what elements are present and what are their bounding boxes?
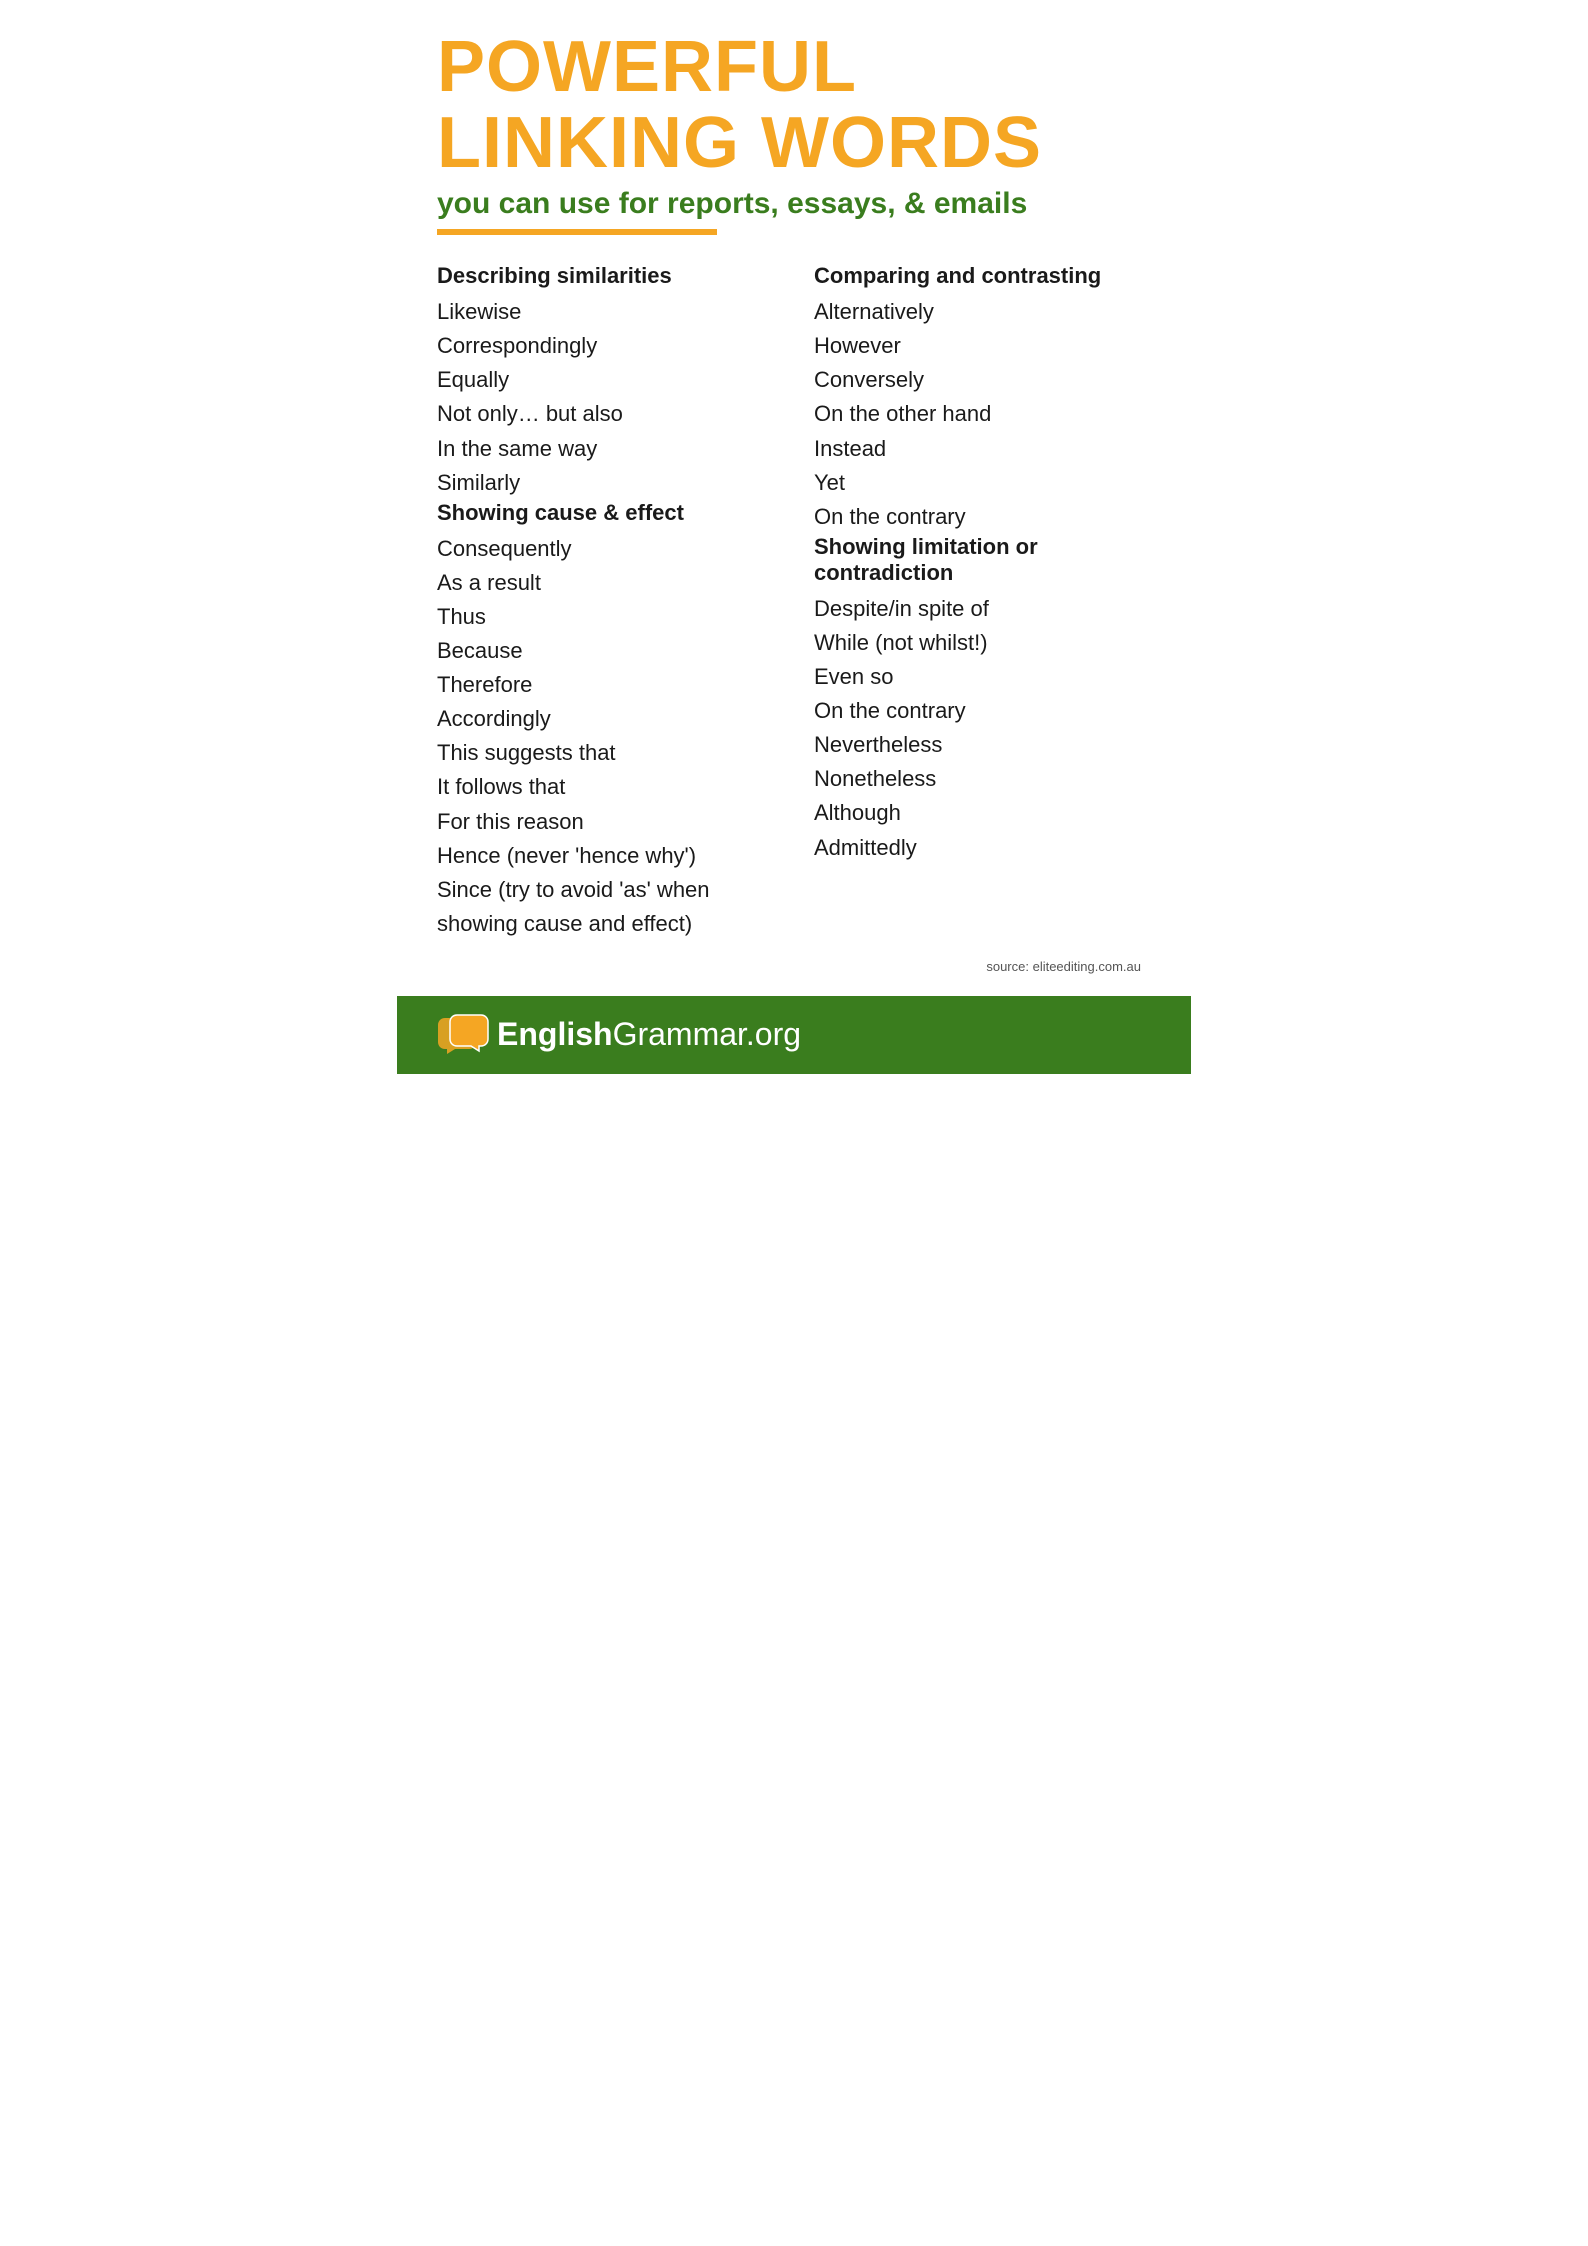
list-item: Despite/in spite of bbox=[814, 592, 1151, 626]
footer-logo: EnglishGrammar.org bbox=[437, 1014, 801, 1056]
section-heading-limitation: Showing limitation or contradiction bbox=[814, 534, 1151, 586]
list-item: Since (try to avoid 'as' when showing ca… bbox=[437, 873, 774, 941]
list-item: On the contrary bbox=[814, 694, 1151, 728]
list-item: However bbox=[814, 329, 1151, 363]
list-item: Nonetheless bbox=[814, 762, 1151, 796]
brand-english: English bbox=[497, 1016, 613, 1052]
logo-icon bbox=[437, 1014, 489, 1056]
list-item: Although bbox=[814, 796, 1151, 830]
orange-divider bbox=[437, 229, 717, 235]
section-describing-similarities: Describing similarities Likewise Corresp… bbox=[437, 263, 774, 500]
section-heading-comparing: Comparing and contrasting bbox=[814, 263, 1151, 289]
list-item: Alternatively bbox=[814, 295, 1151, 329]
section-comparing-contrasting: Comparing and contrasting Alternatively … bbox=[814, 263, 1151, 534]
list-item: Admittedly bbox=[814, 831, 1151, 865]
content-columns: Describing similarities Likewise Corresp… bbox=[437, 263, 1151, 941]
list-item: Thus bbox=[437, 600, 774, 634]
list-item: Nevertheless bbox=[814, 728, 1151, 762]
section-limitation-contradiction: Showing limitation or contradiction Desp… bbox=[814, 534, 1151, 865]
subtitle: you can use for reports, essays, & email… bbox=[437, 187, 1151, 221]
list-item: In the same way bbox=[437, 432, 774, 466]
list-item: Instead bbox=[814, 432, 1151, 466]
list-item: Accordingly bbox=[437, 702, 774, 736]
section-heading-cause-effect: Showing cause & effect bbox=[437, 500, 774, 526]
list-item: Therefore bbox=[437, 668, 774, 702]
source-attribution: source: eliteediting.com.au bbox=[437, 959, 1151, 974]
list-item: On the other hand bbox=[814, 397, 1151, 431]
list-item: For this reason bbox=[437, 805, 774, 839]
right-column: Comparing and contrasting Alternatively … bbox=[814, 263, 1151, 941]
footer-brand-text: EnglishGrammar.org bbox=[497, 1016, 801, 1053]
list-item: While (not whilst!) bbox=[814, 626, 1151, 660]
brand-grammar: Grammar.org bbox=[613, 1016, 801, 1052]
main-title: POWERFUL LINKING WORDS bbox=[437, 30, 1151, 181]
list-item: Yet bbox=[814, 466, 1151, 500]
list-item: As a result bbox=[437, 566, 774, 600]
section-heading-similarities: Describing similarities bbox=[437, 263, 774, 289]
list-item: Not only… but also bbox=[437, 397, 774, 431]
list-item: Because bbox=[437, 634, 774, 668]
page: POWERFUL LINKING WORDS you can use for r… bbox=[397, 0, 1191, 1123]
list-item: Conversely bbox=[814, 363, 1151, 397]
list-item: This suggests that bbox=[437, 736, 774, 770]
list-item: Even so bbox=[814, 660, 1151, 694]
list-item: Consequently bbox=[437, 532, 774, 566]
section-cause-effect: Showing cause & effect Consequently As a… bbox=[437, 500, 774, 941]
footer: EnglishGrammar.org bbox=[397, 996, 1191, 1074]
list-item: It follows that bbox=[437, 770, 774, 804]
list-item: Correspondingly bbox=[437, 329, 774, 363]
list-item: Equally bbox=[437, 363, 774, 397]
list-item: Likewise bbox=[437, 295, 774, 329]
left-column: Describing similarities Likewise Corresp… bbox=[437, 263, 774, 941]
list-item: On the contrary bbox=[814, 500, 1151, 534]
list-item: Similarly bbox=[437, 466, 774, 500]
list-item: Hence (never 'hence why') bbox=[437, 839, 774, 873]
